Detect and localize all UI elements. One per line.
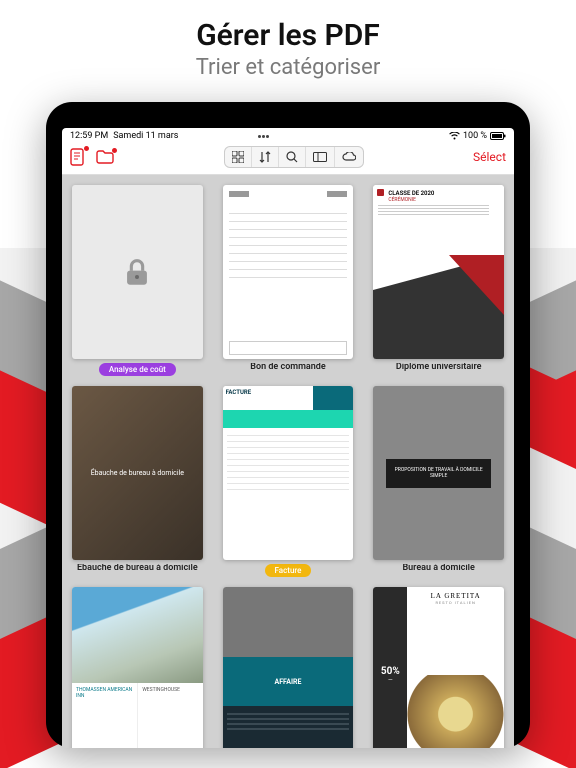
document-item[interactable]: Bon de commande [223,185,354,376]
hero-title: Gérer les PDF [0,18,576,53]
document-item[interactable]: 50%—LA GRETITARESTO ITALIENMagazine des … [373,587,504,748]
status-date: Samedi 11 mars [113,131,178,141]
document-item[interactable]: FACTUREFacture [223,386,354,577]
document-tag: Analyse de coût [99,363,176,376]
tablet-frame: 12:59 PM Samedi 11 mars 100 % [46,102,530,748]
folder-button[interactable] [96,150,114,164]
document-item[interactable]: THOMASSEN AMERICAN INNWESTINGHOUSEImmobi… [72,587,203,748]
select-button[interactable]: Sélect [473,150,506,164]
document-title: Bon de commande [223,363,354,373]
view-controls [224,146,364,168]
status-bar: 12:59 PM Samedi 11 mars 100 % [62,128,514,142]
status-time: 12:59 PM [70,131,108,141]
document-item[interactable]: PROPOSITION DE TRAVAIL À DOMICILE SIMPLE… [373,386,504,577]
wifi-icon [449,132,460,140]
document-title: Bureau à domicile [373,564,504,574]
document-item[interactable]: CLASSE DE 2020CÉRÉMONIEDiplôme universit… [373,185,504,376]
document-title: Ébauche de bureau à domicile [72,564,203,574]
status-battery-text: 100 % [463,131,487,141]
layout-button[interactable] [306,147,335,167]
search-button[interactable] [279,147,306,167]
cloud-button[interactable] [335,147,363,167]
hero-subtitle: Trier et catégoriser [0,55,576,80]
sort-button[interactable] [252,147,279,167]
document-item[interactable]: Ébauche de bureau à domicileÉbauche de b… [72,386,203,577]
document-title: Diplôme universitaire [373,363,504,373]
document-tag: Facture [265,564,312,577]
document-item[interactable]: Analyse de coût [72,185,203,376]
battery-icon [490,132,506,140]
document-item[interactable]: AFFAIRELivre professionnel [223,587,354,748]
grid-view-button[interactable] [225,147,252,167]
recent-docs-button[interactable] [70,148,86,166]
toolbar: Sélect [62,142,514,175]
